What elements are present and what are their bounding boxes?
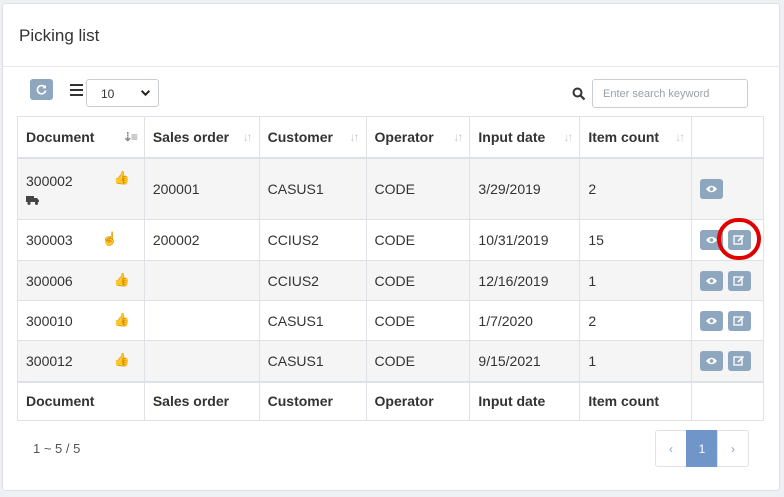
chevron-down-icon [140, 90, 151, 97]
edit-button[interactable] [727, 310, 751, 331]
hand-thumb-icon: 👍 [113, 352, 130, 367]
cell-sales-order [143, 260, 260, 301]
cell-item-count: 2 [579, 300, 693, 341]
next-page-button[interactable]: › [717, 430, 749, 467]
table-row[interactable]: 300012 👍 CASUS1 CODE 9/15/2021 1 [17, 340, 764, 382]
table-footer-row: Document Sales order Customer Operator I… [17, 380, 764, 421]
cell-document: 300010 👍 [17, 300, 145, 341]
eye-icon [706, 317, 718, 324]
footer-input-date: Input date [469, 380, 581, 421]
search-icon [572, 87, 586, 101]
list-menu-icon[interactable] [70, 84, 83, 96]
cell-sales-order [143, 340, 260, 382]
cell-document: 300003 ☝ [17, 219, 145, 261]
cell-sales-order: 200001 [143, 157, 260, 220]
cell-input-date: 3/29/2019 [469, 157, 581, 220]
eye-icon [706, 185, 718, 192]
sort-desc-icon[interactable]: ⇣≡ [123, 130, 138, 144]
header-item-count[interactable]: Item count ↓↑ [579, 116, 693, 159]
cell-input-date: 10/31/2019 [469, 219, 581, 261]
edit-icon [733, 315, 745, 326]
cell-sales-order [143, 300, 260, 341]
cell-sales-order: 200002 [143, 219, 260, 261]
sort-icon[interactable]: ↓↑ [243, 130, 253, 144]
header-document[interactable]: Document ⇣≡ [17, 116, 145, 159]
header-actions [691, 116, 764, 159]
edit-icon [733, 355, 745, 366]
cell-item-count: 15 [579, 219, 693, 261]
edit-icon [733, 275, 745, 286]
page-1-button[interactable]: 1 [686, 430, 718, 467]
sort-icon[interactable]: ↓↑ [675, 130, 685, 144]
cell-input-date: 1/7/2020 [469, 300, 581, 341]
panel-title: Picking list [3, 4, 779, 67]
cell-actions [691, 300, 764, 341]
cell-customer: CASUS1 [258, 340, 367, 382]
header-sales-order[interactable]: Sales order ↓↑ [143, 116, 260, 159]
page-size-value: 10 [101, 87, 115, 101]
cell-customer: CASUS1 [258, 300, 367, 341]
footer-actions [691, 380, 764, 421]
header-operator[interactable]: Operator ↓↑ [365, 116, 471, 159]
cell-input-date: 9/15/2021 [469, 340, 581, 382]
refresh-icon [36, 84, 47, 95]
cell-item-count: 1 [579, 340, 693, 382]
header-customer[interactable]: Customer ↓↑ [258, 116, 367, 159]
hand-thumb-icon: 👍 [113, 272, 130, 287]
cell-actions [691, 157, 764, 220]
cell-item-count: 1 [579, 260, 693, 301]
table-row[interactable]: 300002 👍 200001 CASUS1 CODE 3/29/2019 2 [17, 157, 764, 220]
table-header-row: Document ⇣≡ Sales order ↓↑ Customer ↓↑ Oper… [17, 116, 764, 159]
truck-icon [26, 195, 39, 205]
pagination-summary: 1 ~ 5 / 5 [33, 441, 81, 456]
cell-customer: CCIUS2 [258, 260, 367, 301]
footer-customer: Customer [258, 380, 367, 421]
search-input[interactable] [592, 79, 748, 108]
view-button[interactable] [700, 270, 724, 291]
sort-icon[interactable]: ↓↑ [350, 130, 360, 144]
view-button[interactable] [700, 178, 724, 199]
footer-document: Document [17, 380, 145, 421]
footer-item-count: Item count [579, 380, 693, 421]
eye-icon [706, 277, 718, 284]
cell-actions [691, 340, 764, 382]
pagination: ‹ 1 › [655, 430, 749, 467]
cell-input-date: 12/16/2019 [469, 260, 581, 301]
view-button[interactable] [700, 350, 724, 371]
hand-thumb-icon: 👍 [113, 312, 130, 327]
cell-operator: CODE [365, 340, 471, 382]
view-button[interactable] [700, 310, 724, 331]
picking-table: Document ⇣≡ Sales order ↓↑ Customer ↓↑ Oper… [17, 116, 764, 421]
table-row[interactable]: 300003 ☝ 200002 CCIUS2 CODE 10/31/2019 1… [17, 219, 764, 261]
footer-sales-order: Sales order [143, 380, 260, 421]
eye-icon [706, 357, 718, 364]
sort-icon[interactable]: ↓↑ [563, 130, 573, 144]
edit-button-highlight [717, 218, 761, 260]
cell-actions [691, 260, 764, 301]
footer-operator: Operator [365, 380, 471, 421]
hand-point-icon: ☝ [101, 231, 118, 246]
cell-operator: CODE [365, 219, 471, 261]
cell-item-count: 2 [579, 157, 693, 220]
table-row[interactable]: 300010 👍 CASUS1 CODE 1/7/2020 2 [17, 300, 764, 341]
sort-icon[interactable]: ↓↑ [453, 130, 463, 144]
header-input-date[interactable]: Input date ↓↑ [469, 116, 581, 159]
edit-button[interactable] [727, 270, 751, 291]
refresh-button[interactable] [30, 79, 53, 100]
cell-customer: CCIUS2 [258, 219, 367, 261]
cell-document: 300006 👍 [17, 260, 145, 301]
cell-document: 300002 👍 [17, 157, 145, 220]
table-row[interactable]: 300006 👍 CCIUS2 CODE 12/16/2019 1 [17, 260, 764, 301]
cell-document: 300012 👍 [17, 340, 145, 382]
prev-page-button[interactable]: ‹ [655, 430, 687, 467]
cell-customer: CASUS1 [258, 157, 367, 220]
cell-operator: CODE [365, 300, 471, 341]
cell-operator: CODE [365, 260, 471, 301]
hand-thumb-icon: 👍 [113, 169, 130, 185]
page-size-select[interactable]: 10 [86, 79, 159, 107]
cell-operator: CODE [365, 157, 471, 220]
edit-button[interactable] [727, 350, 751, 371]
